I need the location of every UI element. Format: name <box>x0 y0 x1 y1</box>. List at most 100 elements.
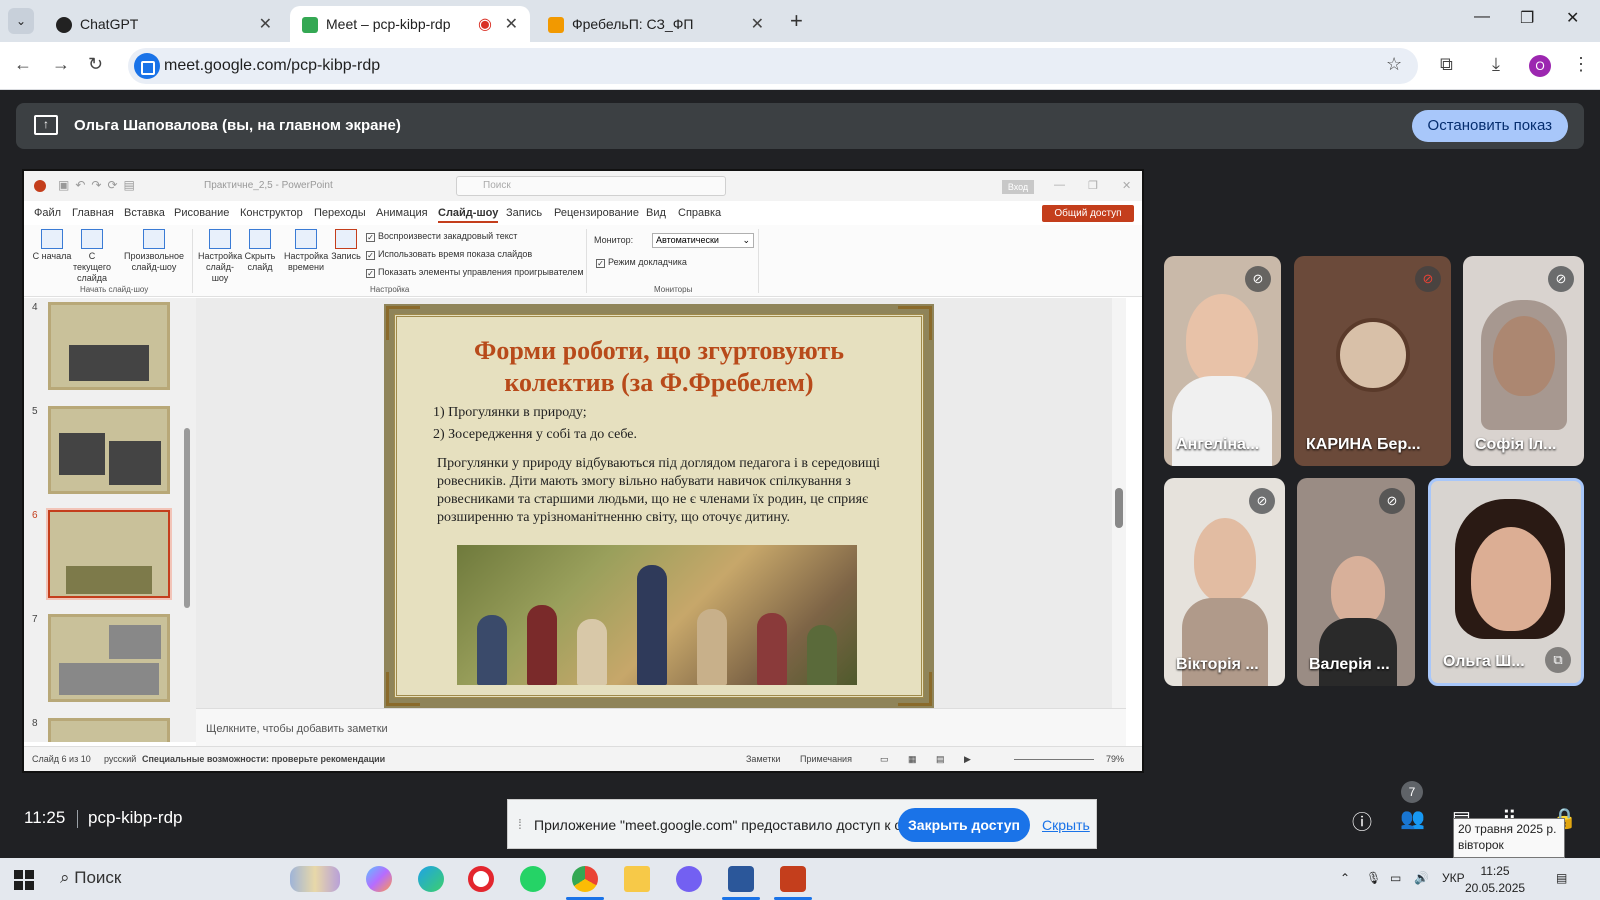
ribbon-tab-help[interactable]: Справка <box>678 207 721 219</box>
narration-checkbox[interactable]: ✓ Воспроизвести закадровый текст <box>366 231 517 242</box>
zoom-slider[interactable] <box>1014 759 1094 760</box>
volume-icon[interactable]: 🔊 <box>1414 871 1429 885</box>
media-controls-checkbox[interactable]: ✓ Показать элементы управления проигрыват… <box>366 267 584 278</box>
download-icon[interactable]: ⤓ <box>1492 54 1500 75</box>
notes-pane[interactable]: Щелкните, чтобы добавить заметки <box>196 708 1126 746</box>
scrollbar-thumb[interactable] <box>1115 488 1123 528</box>
slide-thumbnail[interactable] <box>48 718 170 742</box>
window-close-icon[interactable]: ✕ <box>1566 8 1579 28</box>
ppt-restore-icon[interactable]: ❐ <box>1088 179 1098 192</box>
url-bar[interactable]: meet.google.com/pcp-kibp-rdp <box>128 48 1418 84</box>
windows-start-icon[interactable] <box>14 870 34 890</box>
from-start-button[interactable]: С начала <box>30 229 74 262</box>
close-icon[interactable]: ✕ <box>259 14 272 34</box>
ppt-minimize-icon[interactable]: — <box>1054 179 1065 191</box>
tab-meet[interactable]: Meet – pcp-kibp-rdp ◉ ✕ <box>290 6 530 42</box>
kebab-menu-icon[interactable]: ⋮ <box>1572 54 1590 75</box>
ribbon-tab-draw[interactable]: Рисование <box>174 207 229 219</box>
ribbon-tab-record[interactable]: Запись <box>506 207 542 219</box>
tray-chevron-up-icon[interactable]: ⌃ <box>1340 871 1350 885</box>
record-button[interactable]: Запись <box>324 229 368 262</box>
current-slide[interactable]: Форми роботи, що згуртовують колектив (з… <box>384 304 934 708</box>
input-language-indicator[interactable]: УКР <box>1442 871 1465 885</box>
extensions-puzzle-icon[interactable]: ⧉ <box>1440 54 1453 75</box>
participant-tile[interactable]: ⊘ Ангеліна... <box>1164 256 1281 466</box>
comments-toggle[interactable]: Примечания <box>800 754 852 764</box>
ppt-share-button[interactable]: Общий доступ <box>1042 205 1134 222</box>
participant-tile[interactable]: ⊘ КАРИНА Бер... <box>1294 256 1451 466</box>
normal-view-icon[interactable]: ▭ <box>880 754 889 765</box>
sorter-view-icon[interactable]: ▦ <box>908 754 917 765</box>
reload-icon[interactable]: ↻ <box>88 54 103 75</box>
notifications-icon[interactable]: ▤ <box>1556 871 1567 885</box>
slide-thumbnail[interactable] <box>48 614 170 702</box>
ribbon-tab-design[interactable]: Конструктор <box>240 207 303 219</box>
editor-scrollbar[interactable] <box>1112 298 1126 708</box>
powerpoint-icon[interactable] <box>774 866 812 900</box>
slide-thumbnail-selected[interactable] <box>48 510 170 598</box>
drag-handle-icon[interactable]: ⁞ <box>518 816 522 832</box>
whatsapp-icon[interactable] <box>520 866 546 892</box>
ribbon-tab-view[interactable]: Вид <box>646 207 666 219</box>
word-icon[interactable] <box>722 866 760 900</box>
minimize-icon[interactable]: — <box>1474 8 1490 26</box>
hide-notice-link[interactable]: Скрыть <box>1042 817 1090 833</box>
presenter-view-checkbox[interactable]: ✓ Режим докладчика <box>596 257 687 268</box>
slide-thumbnail[interactable] <box>48 302 170 390</box>
ppt-search-box[interactable]: Поиск <box>456 176 726 196</box>
ribbon-tab-insert[interactable]: Вставка <box>124 207 165 219</box>
slideshow-view-icon[interactable]: ▶ <box>964 754 971 765</box>
microphone-icon[interactable]: 🎙 <box>1366 871 1381 885</box>
ribbon-tab-slideshow[interactable]: Слайд-шоу <box>438 207 499 223</box>
chrome-icon[interactable] <box>566 866 604 900</box>
ribbon-tab-animations[interactable]: Анимация <box>376 207 428 219</box>
custom-show-button[interactable]: Произвольное слайд-шоу <box>124 229 184 273</box>
tab-search-chevron-icon[interactable]: ⌄ <box>8 8 34 34</box>
network-icon[interactable]: ▭ <box>1390 871 1401 885</box>
notes-toggle[interactable]: Заметки <box>746 754 780 764</box>
restore-icon[interactable]: ❐ <box>1520 8 1534 28</box>
tab-frebel[interactable]: ФребельП: СЗ_ФП ✕ <box>536 6 776 42</box>
widgets-icon[interactable] <box>290 866 340 892</box>
ppt-login-button[interactable]: Вход <box>1002 180 1034 194</box>
language-status[interactable]: русский <box>104 754 136 764</box>
close-icon[interactable]: ✕ <box>505 14 518 34</box>
taskbar-search[interactable]: ⌕ Поиск <box>60 868 121 888</box>
stop-presenting-button[interactable]: Остановить показ <box>1411 110 1568 142</box>
ribbon-tab-file[interactable]: Файл <box>34 207 61 219</box>
profile-avatar[interactable]: O <box>1529 55 1551 77</box>
timings-checkbox[interactable]: ✓ Использовать время показа слайдов <box>366 249 532 260</box>
opera-icon[interactable] <box>468 866 494 892</box>
ribbon-tab-home[interactable]: Главная <box>72 207 114 219</box>
back-arrow-icon[interactable]: ← <box>14 54 32 75</box>
ppt-close-icon[interactable]: ✕ <box>1122 179 1131 192</box>
hide-slide-button[interactable]: Скрыть слайд <box>238 229 282 273</box>
participant-tile[interactable]: ⊘ Валерія ... <box>1297 478 1415 686</box>
tab-chatgpt[interactable]: ChatGPT ✕ <box>44 6 284 42</box>
slide-thumbnail[interactable] <box>48 406 170 494</box>
edge-icon[interactable] <box>418 866 444 892</box>
new-tab-plus-icon[interactable]: + <box>790 8 803 34</box>
pin-tile-icon[interactable]: ⧉ <box>1545 647 1571 673</box>
participant-tile[interactable]: ⊘ Вікторія ... <box>1164 478 1285 686</box>
people-icon[interactable]: 👥 <box>1400 806 1425 831</box>
participant-tile[interactable]: ⊘ Софія Іл... <box>1463 256 1584 466</box>
taskbar-clock[interactable]: 11:25 20.05.2025 <box>1465 863 1525 897</box>
file-explorer-icon[interactable] <box>624 866 650 892</box>
bookmark-star-icon[interactable]: ☆ <box>1386 54 1402 75</box>
from-current-button[interactable]: С текущего слайда <box>70 229 114 284</box>
setup-show-button[interactable]: Настройка слайд-шоу <box>198 229 242 284</box>
ribbon-tab-transitions[interactable]: Переходы <box>314 207 366 219</box>
close-icon[interactable]: ✕ <box>751 14 764 34</box>
accessibility-status[interactable]: Специальные возможности: проверьте реком… <box>142 754 385 764</box>
ribbon-tab-review[interactable]: Рецензирование <box>554 207 639 219</box>
stop-sharing-button[interactable]: Закрыть доступ <box>898 808 1030 842</box>
zoom-level[interactable]: 79% <box>1106 754 1124 764</box>
forward-arrow-icon[interactable]: → <box>52 54 70 75</box>
thumbnails-scrollbar[interactable] <box>184 428 190 608</box>
rehearse-timings-button[interactable]: Настройка времени <box>284 229 328 273</box>
participant-tile-active-speaker[interactable]: ⧉ Ольга Ш... <box>1428 478 1584 686</box>
copilot-icon[interactable] <box>366 866 392 892</box>
viber-icon[interactable] <box>676 866 702 892</box>
site-info-icon[interactable] <box>134 53 160 79</box>
